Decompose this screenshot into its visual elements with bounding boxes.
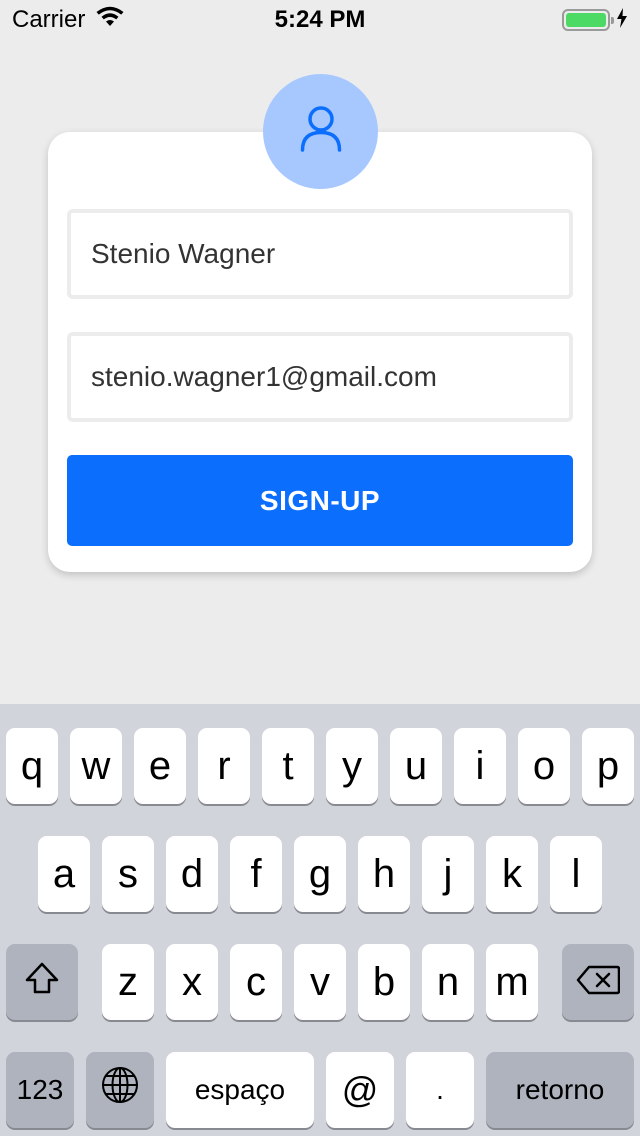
email-field-value: stenio.wagner1@gmail.com [91, 361, 437, 392]
user-icon [300, 105, 342, 158]
key-n[interactable]: n [422, 944, 474, 1020]
key-c[interactable]: c [230, 944, 282, 1020]
battery-icon [562, 9, 614, 31]
avatar [263, 74, 378, 189]
key-d[interactable]: d [166, 836, 218, 912]
carrier-label: Carrier [12, 6, 86, 33]
status-left: Carrier [12, 6, 125, 35]
key-f[interactable]: f [230, 836, 282, 912]
key-k[interactable]: k [486, 836, 538, 912]
key-e[interactable]: e [134, 728, 186, 804]
key-a[interactable]: a [38, 836, 90, 912]
space-key[interactable]: espaço [166, 1052, 314, 1128]
key-t[interactable]: t [262, 728, 314, 804]
email-field[interactable]: stenio.wagner1@gmail.com [67, 332, 573, 422]
key-h[interactable]: h [358, 836, 410, 912]
dot-key[interactable]: . [406, 1052, 474, 1128]
signup-button[interactable]: SIGN-UP [67, 455, 573, 546]
wifi-icon [95, 6, 125, 35]
key-w[interactable]: w [70, 728, 122, 804]
delete-icon [576, 960, 621, 1005]
key-o[interactable]: o [518, 728, 570, 804]
key-y[interactable]: y [326, 728, 378, 804]
name-field-value: Stenio Wagner [91, 238, 276, 269]
key-s[interactable]: s [102, 836, 154, 912]
return-key[interactable]: retorno [486, 1052, 634, 1128]
key-i[interactable]: i [454, 728, 506, 804]
shift-icon [23, 960, 61, 1005]
key-l[interactable]: l [550, 836, 602, 912]
keyboard: q w e r t y u i o p a s d f g h j k l z … [0, 704, 640, 1136]
key-v[interactable]: v [294, 944, 346, 1020]
charging-icon [616, 7, 628, 34]
status-bar: Carrier 5:24 PM [0, 0, 640, 40]
name-field[interactable]: Stenio Wagner [67, 209, 573, 299]
key-r[interactable]: r [198, 728, 250, 804]
key-u[interactable]: u [390, 728, 442, 804]
status-right [562, 7, 628, 34]
key-z[interactable]: z [102, 944, 154, 1020]
numbers-key[interactable]: 123 [6, 1052, 74, 1128]
shift-key[interactable] [6, 944, 78, 1020]
key-p[interactable]: p [582, 728, 634, 804]
signup-button-label: SIGN-UP [259, 484, 381, 516]
globe-icon [100, 1065, 140, 1115]
at-key[interactable]: @ [326, 1052, 394, 1128]
key-j[interactable]: j [422, 836, 474, 912]
key-m[interactable]: m [486, 944, 538, 1020]
globe-key[interactable] [86, 1052, 154, 1128]
key-b[interactable]: b [358, 944, 410, 1020]
key-g[interactable]: g [294, 836, 346, 912]
delete-key[interactable] [562, 944, 634, 1020]
key-q[interactable]: q [6, 728, 58, 804]
key-x[interactable]: x [166, 944, 218, 1020]
